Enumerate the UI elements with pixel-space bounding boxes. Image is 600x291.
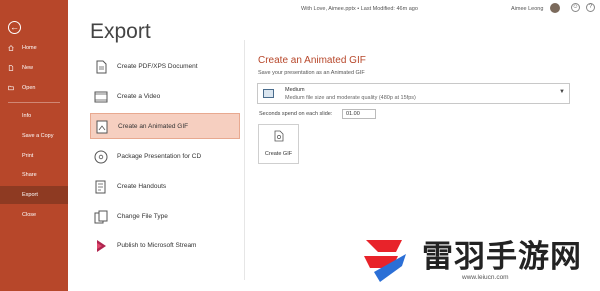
gif-file-icon	[274, 130, 284, 142]
option-label: Create an Animated GIF	[118, 123, 189, 130]
sidebar-item-open[interactable]: Open	[0, 79, 68, 97]
animated-gif-icon	[96, 120, 108, 134]
sidebar-item-share[interactable]: Share	[0, 166, 68, 184]
panel-title: Create an Animated GIF	[258, 55, 366, 66]
sidebar-item-new[interactable]: New	[0, 59, 68, 77]
sidebar-item-home[interactable]: Home	[0, 39, 68, 57]
backstage-window: ← Home New Open Info Save a Copy Print S…	[0, 0, 600, 291]
sidebar-item-label: Close	[22, 212, 37, 218]
title-bar: With Love, Aimee.pptx • Last Modified: 4…	[68, 0, 600, 18]
user-name[interactable]: Aimee Leong	[511, 6, 543, 12]
sidebar-item-label: New	[22, 65, 34, 71]
sidebar-item-close[interactable]: Close	[0, 206, 68, 224]
sidebar-item-save-a-copy[interactable]: Save a Copy	[0, 127, 68, 145]
home-icon	[8, 45, 14, 51]
pdf-document-icon	[96, 60, 107, 74]
video-icon	[94, 91, 108, 103]
sidebar-item-print[interactable]: Print	[0, 147, 68, 165]
folder-icon	[8, 85, 14, 91]
sidebar-item-export[interactable]: Export	[0, 186, 68, 204]
seconds-input[interactable]	[342, 109, 376, 119]
quality-name: Medium	[285, 87, 305, 93]
option-publish-to-stream[interactable]: Publish to Microsoft Stream	[90, 233, 240, 259]
option-label: Create PDF/XPS Document	[117, 63, 198, 70]
sidebar-item-label: Print	[22, 153, 34, 159]
cd-icon	[94, 150, 108, 164]
handouts-icon	[95, 180, 106, 194]
watermark-logo-icon	[364, 240, 406, 282]
smiley-icon[interactable]: ☺	[571, 3, 580, 12]
create-gif-button[interactable]: Create GIF	[258, 124, 299, 164]
option-label: Create Handouts	[117, 183, 167, 190]
change-file-type-icon	[94, 210, 108, 224]
back-arrow-icon[interactable]: ←	[8, 21, 21, 34]
sidebar-item-label: Open	[22, 85, 36, 91]
sidebar-divider	[8, 102, 60, 103]
page-title: Export	[90, 20, 151, 43]
column-divider	[244, 40, 245, 280]
sidebar-item-label: Export	[22, 192, 38, 198]
watermark: 雷羽手游网 www.leiucn.com	[350, 226, 600, 291]
watermark-title: 雷羽手游网	[422, 239, 582, 275]
option-label: Package Presentation for CD	[117, 153, 202, 160]
avatar[interactable]	[550, 3, 560, 13]
help-icon[interactable]: ?	[586, 3, 595, 12]
stream-icon	[97, 240, 106, 252]
chevron-down-icon: ▼	[559, 89, 565, 95]
sidebar-item-label: Info	[22, 113, 32, 119]
seconds-label: Seconds spend on each slide:	[259, 111, 333, 117]
option-change-file-type[interactable]: Change File Type	[90, 204, 240, 230]
panel-subtitle: Save your presentation as an Animated GI…	[258, 70, 365, 76]
option-package-for-cd[interactable]: Package Presentation for CD	[90, 144, 240, 170]
create-gif-label: Create GIF	[264, 151, 293, 157]
option-create-animated-gif[interactable]: Create an Animated GIF	[90, 113, 240, 139]
sidebar-item-label: Share	[22, 172, 37, 178]
quality-description: Medium file size and moderate quality (4…	[285, 95, 416, 101]
sidebar-item-label: Save a Copy	[22, 133, 54, 139]
option-label: Change File Type	[117, 213, 168, 220]
new-document-icon	[8, 65, 14, 71]
option-create-video[interactable]: Create a Video	[90, 84, 240, 110]
watermark-url: www.leiucn.com	[462, 274, 509, 281]
sidebar-item-info[interactable]: Info	[0, 107, 68, 125]
sidebar-item-label: Home	[22, 45, 37, 51]
quality-dropdown[interactable]: Medium Medium file size and moderate qua…	[257, 83, 570, 104]
backstage-sidebar: ← Home New Open Info Save a Copy Print S…	[0, 0, 68, 291]
option-label: Publish to Microsoft Stream	[117, 242, 197, 249]
document-title: With Love, Aimee.pptx • Last Modified: 4…	[301, 6, 418, 12]
monitor-icon	[263, 89, 274, 98]
option-label: Create a Video	[117, 93, 161, 100]
option-create-pdf-xps[interactable]: Create PDF/XPS Document	[90, 54, 240, 80]
option-create-handouts[interactable]: Create Handouts	[90, 174, 240, 200]
